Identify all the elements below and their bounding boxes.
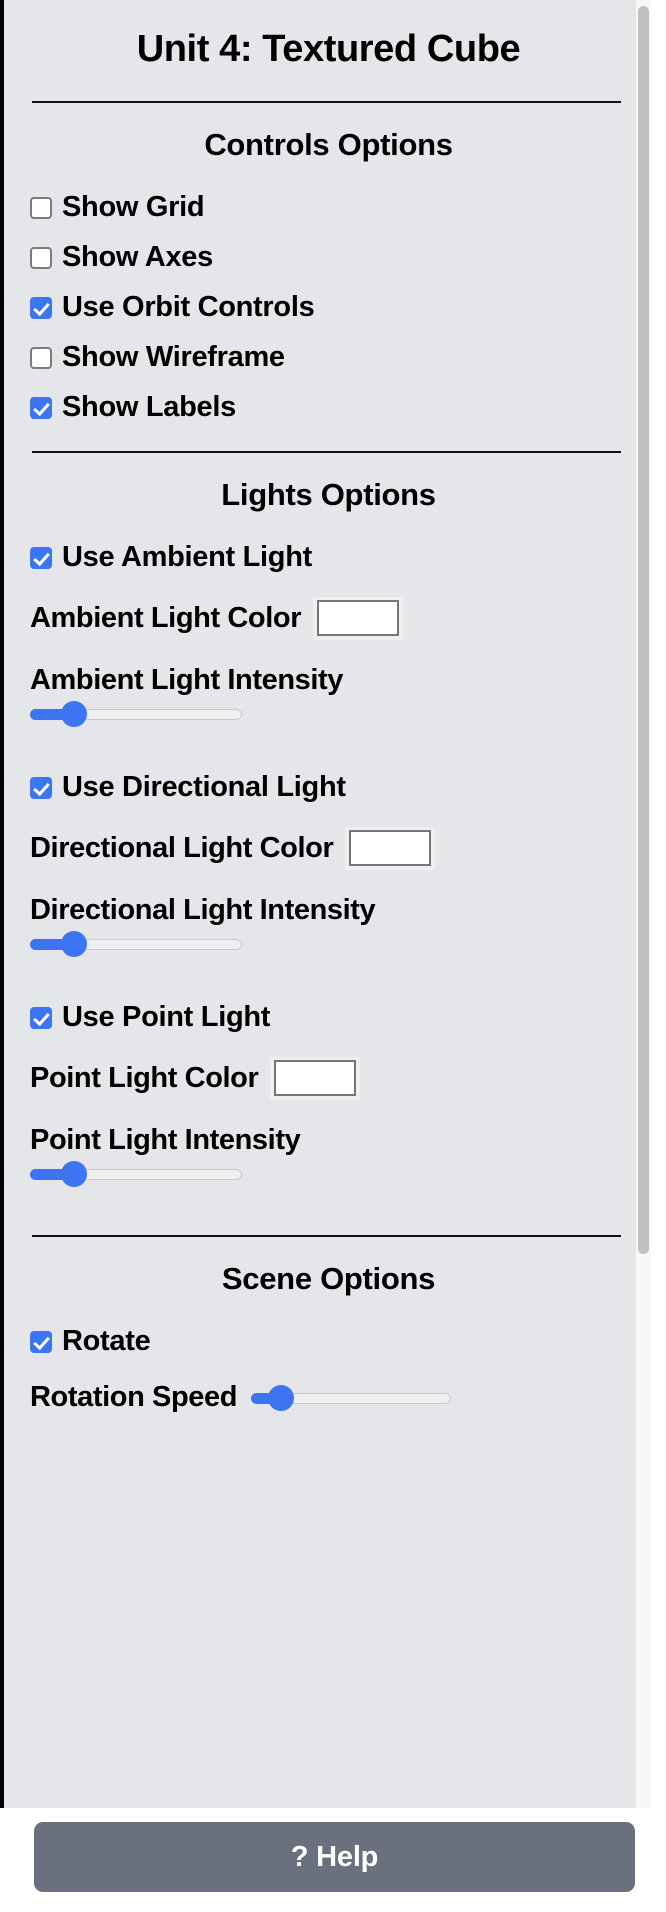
checkbox-label-use-orbit-controls: Use Orbit Controls (62, 291, 315, 323)
field-row-directional-light-intensity: Directional Light Intensity (26, 880, 631, 929)
field-row-rotation-speed: Rotation Speed (26, 1367, 631, 1424)
checkbox-rotate[interactable] (30, 1330, 52, 1353)
field-row-ambient-light-color: Ambient Light Color (26, 583, 631, 650)
slider-block-directional-intensity (26, 929, 631, 975)
checkbox-row-show-wireframe[interactable]: Show Wireframe (26, 333, 631, 383)
section-heading-scene: Scene Options (221, 1261, 436, 1296)
panel-scrollbar[interactable] (636, 0, 651, 1808)
slider-thumb[interactable] (61, 1161, 87, 1187)
checkbox-show-wireframe[interactable] (30, 346, 52, 369)
checkbox-label-show-grid: Show Grid (62, 191, 205, 223)
label-point-light-intensity: Point Light Intensity (30, 1124, 301, 1156)
checkbox-row-show-labels[interactable]: Show Labels (26, 383, 631, 433)
checkbox-row-use-ambient-light[interactable]: Use Ambient Light (26, 533, 631, 583)
slider-thumb[interactable] (61, 931, 87, 957)
color-picker-ambient-light[interactable] (317, 600, 400, 636)
checkbox-row-show-axes[interactable]: Show Axes (26, 233, 631, 283)
checkbox-label-show-labels: Show Labels (62, 391, 236, 423)
checkbox-label-show-axes: Show Axes (62, 241, 213, 273)
checkbox-use-ambient-light[interactable] (30, 546, 52, 569)
color-swatch-wrapper-directional (345, 827, 436, 870)
slider-ambient-light-intensity[interactable] (30, 701, 242, 727)
checkbox-row-show-grid[interactable]: Show Grid (26, 183, 631, 233)
app-root: Unit 4: Textured Cube Controls Options S… (0, 0, 666, 1912)
checkbox-show-labels[interactable] (30, 396, 52, 419)
control-panel: Unit 4: Textured Cube Controls Options S… (0, 0, 651, 1808)
checkbox-row-use-orbit-controls[interactable]: Use Orbit Controls (26, 283, 631, 333)
section-heading-lights: Lights Options (221, 477, 436, 512)
panel-scrollbar-thumb[interactable] (638, 6, 649, 1254)
page-title: Unit 4: Textured Cube (136, 28, 521, 70)
checkbox-label-rotate: Rotate (62, 1325, 151, 1357)
slider-point-light-intensity[interactable] (30, 1161, 242, 1187)
checkbox-label-show-wireframe: Show Wireframe (62, 341, 285, 373)
slider-thumb[interactable] (268, 1384, 295, 1411)
checkbox-row-rotate[interactable]: Rotate (26, 1317, 631, 1367)
help-button[interactable]: ? Help (34, 1822, 635, 1892)
checkbox-label-use-point-light: Use Point Light (62, 1001, 271, 1033)
label-directional-light-intensity: Directional Light Intensity (30, 894, 376, 926)
checkbox-show-grid[interactable] (30, 196, 52, 219)
slider-directional-light-intensity[interactable] (30, 931, 242, 957)
field-row-point-light-intensity: Point Light Intensity (26, 1110, 631, 1159)
label-ambient-light-intensity: Ambient Light Intensity (30, 664, 344, 696)
color-swatch-wrapper-ambient (313, 597, 404, 640)
color-picker-directional-light[interactable] (349, 830, 432, 866)
checkbox-label-use-directional-light: Use Directional Light (62, 771, 346, 803)
checkbox-use-orbit-controls[interactable] (30, 296, 52, 319)
field-row-point-light-color: Point Light Color (26, 1043, 631, 1110)
color-picker-point-light[interactable] (274, 1060, 357, 1096)
checkbox-label-use-ambient-light: Use Ambient Light (62, 541, 312, 573)
checkbox-row-use-point-light[interactable]: Use Point Light (26, 993, 631, 1043)
label-point-light-color: Point Light Color (30, 1062, 259, 1094)
field-row-ambient-light-intensity: Ambient Light Intensity (26, 650, 631, 699)
field-row-directional-light-color: Directional Light Color (26, 813, 631, 880)
section-heading-controls: Controls Options (204, 127, 453, 162)
color-swatch-wrapper-point (270, 1057, 361, 1100)
slider-thumb[interactable] (61, 701, 87, 727)
checkbox-row-use-directional-light[interactable]: Use Directional Light (26, 763, 631, 813)
slider-block-ambient-intensity (26, 699, 631, 745)
checkbox-show-axes[interactable] (30, 246, 52, 269)
label-directional-light-color: Directional Light Color (30, 832, 334, 864)
checkbox-use-directional-light[interactable] (30, 776, 52, 799)
label-ambient-light-color: Ambient Light Color (30, 602, 302, 634)
label-rotation-speed: Rotation Speed (30, 1381, 238, 1413)
footer-bar: ? Help (0, 1808, 666, 1912)
slider-block-point-intensity (26, 1159, 631, 1205)
checkbox-use-point-light[interactable] (30, 1006, 52, 1029)
control-panel-content: Unit 4: Textured Cube Controls Options S… (4, 0, 651, 1454)
slider-rotation-speed[interactable] (251, 1384, 452, 1411)
